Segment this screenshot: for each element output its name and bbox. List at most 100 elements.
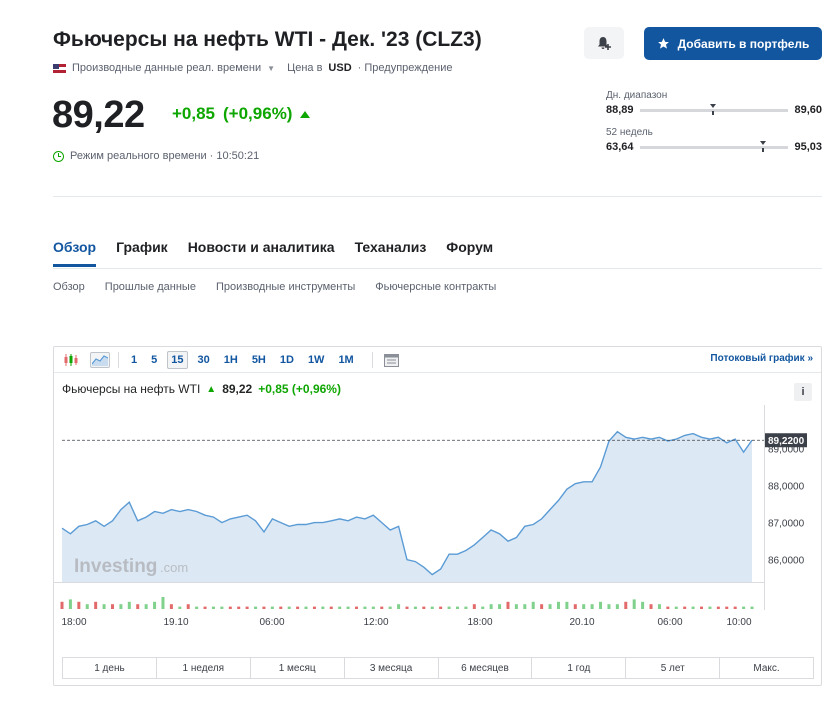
tab-news[interactable]: Новости и аналитика	[188, 239, 335, 255]
candlestick-icon[interactable]	[60, 352, 82, 368]
period-selector: 1 день 1 неделя 1 месяц 3 месяца 6 месяц…	[62, 657, 814, 679]
week52-range-marker	[760, 140, 767, 152]
period-3-months[interactable]: 3 месяца	[345, 658, 439, 678]
toolbar-separator	[371, 351, 373, 368]
volume-bar	[615, 604, 619, 609]
volume-bar	[430, 606, 434, 609]
volume-bar	[691, 606, 695, 609]
warning-link[interactable]: · Предупреждение	[358, 62, 453, 74]
y-tick-label: 86,0000	[768, 556, 805, 567]
tab-technical[interactable]: Теханализ	[355, 239, 427, 255]
x-axis: 18:00 19.10 06:00 12:00 18:00 20.10 06:00 10:00	[61, 617, 751, 628]
series-price: 89,22	[222, 382, 253, 396]
x-tick-label: 19.10	[163, 617, 188, 628]
volume-bar	[464, 606, 468, 609]
subtab-historical[interactable]: Прошлые данные	[105, 281, 196, 293]
series-change: +0,85 (+0,96%)	[258, 382, 341, 396]
timeframe-1[interactable]: 1	[127, 351, 141, 369]
volume-bar	[472, 604, 476, 609]
page-title: Фьючерсы на нефть WTI - Дек. '23 (CLZ3)	[53, 28, 482, 51]
volume-bar	[270, 606, 274, 609]
period-1-day[interactable]: 1 день	[63, 658, 157, 678]
volume-bar	[355, 606, 359, 609]
header-divider	[53, 196, 822, 197]
info-icon[interactable]: i	[794, 383, 812, 401]
volume-bar	[498, 604, 502, 609]
period-max[interactable]: Макс.	[720, 658, 813, 678]
timeframe-15[interactable]: 15	[167, 350, 188, 369]
volume-bar	[279, 606, 283, 609]
volume-bar	[380, 606, 384, 609]
volume-bar	[119, 604, 123, 609]
week52-range: 52 недель 63,64 95,03	[606, 127, 822, 153]
currency-label: Цена в	[287, 62, 323, 74]
week52-range-label: 52 недель	[606, 127, 653, 138]
area-chart-icon[interactable]	[90, 351, 110, 368]
volume-bar	[514, 604, 518, 609]
subtab-derivatives[interactable]: Производные инструменты	[216, 281, 355, 293]
day-range: Дн. диапазон 88,89 89,60	[606, 90, 822, 116]
volume-bar	[186, 604, 190, 609]
period-1-week[interactable]: 1 неделя	[157, 658, 251, 678]
volume-bar	[742, 606, 746, 609]
up-arrow-icon: ▲	[206, 383, 217, 395]
volume-bar	[329, 606, 333, 609]
volume-bar	[363, 606, 367, 609]
period-1-month[interactable]: 1 месяц	[251, 658, 345, 678]
timeframe-5[interactable]: 5	[147, 351, 161, 369]
volume-bar	[599, 601, 603, 609]
chart-toolbar: 1 5 15 30 1H 5H 1D 1W 1M Потоковый графи…	[54, 347, 821, 373]
volume-bar	[506, 601, 510, 609]
timeframe-5h[interactable]: 5H	[248, 351, 270, 369]
period-6-months[interactable]: 6 месяцев	[439, 658, 533, 678]
chart-legend: Фьючерсы на нефть WTI ▲ 89,22 +0,85 (+0,…	[62, 382, 341, 396]
currency-value: USD	[328, 62, 352, 74]
volume-bar	[136, 604, 140, 609]
investing-watermark: Investing	[74, 556, 157, 577]
volume-bar	[102, 604, 106, 609]
quote-meta: Производные данные реал. времени ▼ Цена …	[53, 62, 453, 74]
volume-bar	[624, 601, 628, 609]
x-tick-label: 06:00	[657, 617, 682, 628]
tabs-divider	[53, 268, 822, 269]
period-1-year[interactable]: 1 год	[532, 658, 627, 678]
volume-bar	[178, 606, 182, 609]
tab-forum[interactable]: Форум	[446, 239, 493, 255]
y-axis: 86,000087,000088,000089,0000	[768, 444, 805, 566]
timeframe-1w[interactable]: 1W	[304, 351, 329, 369]
volume-bar	[144, 604, 148, 609]
volume-bar	[304, 606, 308, 609]
day-range-bar	[639, 103, 789, 115]
volume-bar	[153, 601, 157, 609]
period-5-years[interactable]: 5 лет	[626, 658, 721, 678]
volume-bar	[540, 604, 544, 609]
calendar-icon[interactable]	[381, 352, 403, 368]
volume-bar	[573, 604, 577, 609]
volume-bar	[296, 606, 300, 609]
volume-bar	[708, 606, 712, 609]
timeframe-1h[interactable]: 1H	[220, 351, 242, 369]
timeframe-1d[interactable]: 1D	[276, 351, 298, 369]
timeframe-30[interactable]: 30	[194, 351, 214, 369]
price-chart[interactable]: Investing .com 86,000087,000088,000089,0…	[54, 405, 821, 655]
volume-bar	[388, 606, 392, 609]
volume-bar	[169, 604, 173, 609]
add-to-portfolio-button[interactable]: Добавить в портфель	[644, 27, 822, 60]
volume-bar	[447, 606, 451, 609]
day-range-high: 89,60	[794, 104, 822, 116]
chevron-down-icon[interactable]: ▼	[267, 64, 275, 73]
subtab-futures-contracts[interactable]: Фьючерсные контракты	[375, 281, 496, 293]
subtab-overview[interactable]: Обзор	[53, 281, 85, 293]
create-alert-button[interactable]	[584, 27, 624, 59]
tab-overview[interactable]: Обзор	[53, 239, 97, 267]
x-tick-label: 20.10	[569, 617, 594, 628]
timeframe-1m[interactable]: 1M	[334, 351, 357, 369]
volume-bar	[548, 604, 552, 609]
last-price-label: 89,2200	[768, 436, 805, 447]
volume-bar	[312, 606, 316, 609]
volume-bar	[725, 606, 729, 609]
chart-widget: 1 5 15 30 1H 5H 1D 1W 1M Потоковый графи…	[53, 346, 822, 686]
tab-chart[interactable]: График	[116, 239, 168, 255]
volume-bar	[220, 606, 224, 609]
streaming-chart-link[interactable]: Потоковый график »	[710, 353, 813, 364]
